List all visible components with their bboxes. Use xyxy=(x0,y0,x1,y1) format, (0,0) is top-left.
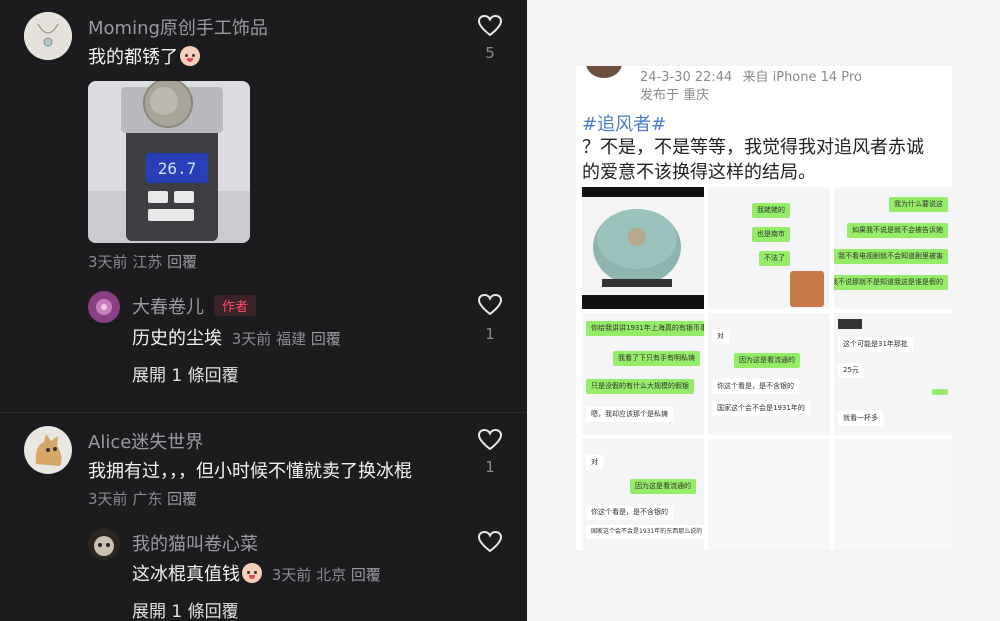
like-heart-icon[interactable] xyxy=(477,14,503,38)
like-count: 5 xyxy=(485,44,495,62)
post-image[interactable] xyxy=(834,439,952,550)
reply-meta: 3天前 北京 回覆 xyxy=(272,566,381,584)
post-image[interactable]: 我为什么要说这 如果我不说是就不会被告诉她 我不看电视剧就不会知道剧里被害 如果… xyxy=(834,187,952,309)
avatar[interactable] xyxy=(24,12,72,60)
post-image[interactable]: 对 因为这是看流通的 你这个看是，是不含银的 国家这个会不会是1931年的东西那… xyxy=(582,439,704,550)
reply-username[interactable]: 我的猫叫卷心菜 xyxy=(132,530,258,556)
chat-bubble: 因为这是看流通的 xyxy=(734,353,800,368)
cat-face-avatar-icon xyxy=(88,528,120,560)
post-image[interactable]: 这个可能是31年那批 25元 就看一杯多 xyxy=(834,313,952,435)
expand-replies-link[interactable]: 展開 1 條回覆 xyxy=(132,361,239,386)
divider xyxy=(0,412,527,413)
weibo-screenshot-panel: 24-3-30 22:44 来自 iPhone 14 Pro 发布于 重庆 #追… xyxy=(528,0,1000,621)
necklace-avatar-icon xyxy=(24,12,72,60)
reply-text: 历史的尘埃 xyxy=(132,328,222,349)
like-heart-icon[interactable] xyxy=(477,293,503,317)
like-count: 1 xyxy=(485,458,495,476)
chat-bubble: 25元 xyxy=(838,363,864,378)
chat-bubble: 也是南市 xyxy=(752,227,790,242)
comment-panel: Moming原创手工饰品 我的都锈了 5 26.7 3天前 江苏 回覆 大春卷儿… xyxy=(0,0,527,621)
avatar[interactable] xyxy=(24,426,72,474)
cat-avatar-icon xyxy=(24,426,72,474)
chat-bubble: 你这个看是，是不含银的 xyxy=(586,505,673,520)
chat-bubble: 国家这个会不会是1931年的东西那么说的 xyxy=(586,525,704,539)
avatar[interactable] xyxy=(88,528,120,560)
reply-button[interactable]: 回覆 xyxy=(351,566,381,584)
comment-username[interactable]: Moming原创手工饰品 xyxy=(88,14,268,40)
comment-location: 江苏 xyxy=(132,253,163,271)
comment-text-content: 我的都锈了 xyxy=(88,47,178,68)
like-count: 1 xyxy=(485,325,495,343)
comment-time: 3天前 xyxy=(88,490,128,508)
crying-face-emoji-icon xyxy=(180,46,200,66)
chat-bubble: 国家这个会不会是1931年的 xyxy=(712,401,810,416)
chat-bubble: 只是没假的有什么大规模的假银 xyxy=(586,379,694,394)
reply-time: 3天前 xyxy=(231,330,272,348)
post-text: ？不是，不是等等，我觉得我对追风者赤诚 的爱意不该换得这样的结局。 xyxy=(582,135,924,185)
avatar[interactable] xyxy=(88,291,120,323)
comment-text: 我的都锈了 xyxy=(88,43,200,69)
reply-text: 这冰棍真值钱 xyxy=(132,564,240,585)
comment-meta: 3天前 广东 回覆 xyxy=(88,488,197,509)
chat-bubble: 就看一杯多 xyxy=(838,411,883,426)
author-badge: 作者 xyxy=(214,295,257,316)
chat-bubble: 我看了下只有手有明私铸 xyxy=(613,351,700,366)
post-datetime: 24-3-30 22:44 xyxy=(640,70,733,85)
post-source: 来自 iPhone 14 Pro xyxy=(742,70,862,85)
post-image[interactable] xyxy=(582,187,704,309)
post-image[interactable]: 你给我讲讲1931年上海真的有银币事吗 我看了下只有手有明私铸 只是没假的有什么… xyxy=(582,313,704,435)
reply-location: 福建 xyxy=(276,330,307,348)
coin-on-scale-image: 26.7 xyxy=(88,81,250,243)
chat-bubble: 这个可能是31年那批 xyxy=(838,337,913,352)
post-location: 发布于 重庆 xyxy=(640,88,710,103)
reply-username[interactable]: 大春卷儿 作者 xyxy=(132,293,257,319)
comment-meta: 3天前 江苏 回覆 xyxy=(88,251,197,272)
expand-replies-link[interactable]: 展開 1 條回覆 xyxy=(132,597,239,621)
chat-bubble: 我为什么要说这 xyxy=(889,197,948,212)
coin-photo-thumb xyxy=(790,271,824,307)
like-heart-icon[interactable] xyxy=(477,428,503,452)
reply-meta: 3天前 福建 回覆 xyxy=(232,330,341,348)
chat-bubble: 你这个看是，是不含银的 xyxy=(712,379,799,394)
comment-image[interactable]: 26.7 xyxy=(88,81,250,243)
scale-readout: 26.7 xyxy=(158,159,197,178)
comment-username[interactable]: Alice迷失世界 xyxy=(88,428,203,454)
reply-button[interactable]: 回覆 xyxy=(167,490,197,508)
hashtag-link[interactable]: #追风者# xyxy=(582,110,666,136)
flower-avatar-icon xyxy=(88,291,120,323)
chat-bubble: 我姥姥的 xyxy=(752,203,790,218)
reply-button[interactable]: 回覆 xyxy=(311,330,341,348)
weibo-post-card: 24-3-30 22:44 来自 iPhone 14 Pro 发布于 重庆 #追… xyxy=(576,66,952,550)
chat-bubble: 你给我讲讲1931年上海真的有银币事吗 xyxy=(586,321,704,336)
comment-text: 我拥有过，，，但小时候不懂就卖了换冰棍 xyxy=(88,461,412,482)
chat-bubble: 如果我不说是就不会被告诉她 xyxy=(847,223,948,238)
chat-bubble: 嗯，我却应该那个是私铸 xyxy=(586,407,673,422)
chat-bubble: 如果我不说那就不是知道我这是谁是假的 xyxy=(834,275,948,290)
chat-bubble: 对 xyxy=(586,455,603,470)
avatar[interactable] xyxy=(586,66,622,78)
crying-face-emoji-icon xyxy=(242,563,262,583)
chat-bubble: 对 xyxy=(712,329,729,344)
reply-button[interactable]: 回覆 xyxy=(167,253,197,271)
like-heart-icon[interactable] xyxy=(477,530,503,554)
post-image[interactable] xyxy=(708,439,830,550)
chat-bubble: 不法了 xyxy=(759,251,790,266)
chat-bubble-empty xyxy=(932,389,948,395)
post-image[interactable]: 对 因为这是看流通的 你这个看是，是不含银的 国家这个会不会是1931年的 xyxy=(708,313,830,435)
comment-time: 3天前 xyxy=(88,253,128,271)
reply-username-text: 大春卷儿 xyxy=(132,297,204,318)
reply-time: 3天前 xyxy=(271,566,312,584)
chat-bubble: 我不看电视剧就不会知道剧里被害 xyxy=(834,249,948,264)
reply-text-row: 历史的尘埃 3天前 福建 回覆 xyxy=(132,324,341,350)
reply-text-row: 这冰棍真值钱 3天前 北京 回覆 xyxy=(132,560,381,586)
post-text-line: 的爱意不该换得这样的结局。 xyxy=(582,162,816,183)
reply-location: 北京 xyxy=(316,566,347,584)
image-strip xyxy=(838,319,862,329)
chat-bubble: 因为这是看流通的 xyxy=(630,479,696,494)
coin-on-stand-image xyxy=(582,187,704,309)
post-image[interactable]: 我姥姥的 也是南市 不法了 xyxy=(708,187,830,309)
post-meta-line: 24-3-30 22:44 来自 iPhone 14 Pro xyxy=(640,66,862,85)
comment-location: 广东 xyxy=(132,490,163,508)
post-text-line: ？不是，不是等等，我觉得我对追风者赤诚 xyxy=(582,137,924,158)
